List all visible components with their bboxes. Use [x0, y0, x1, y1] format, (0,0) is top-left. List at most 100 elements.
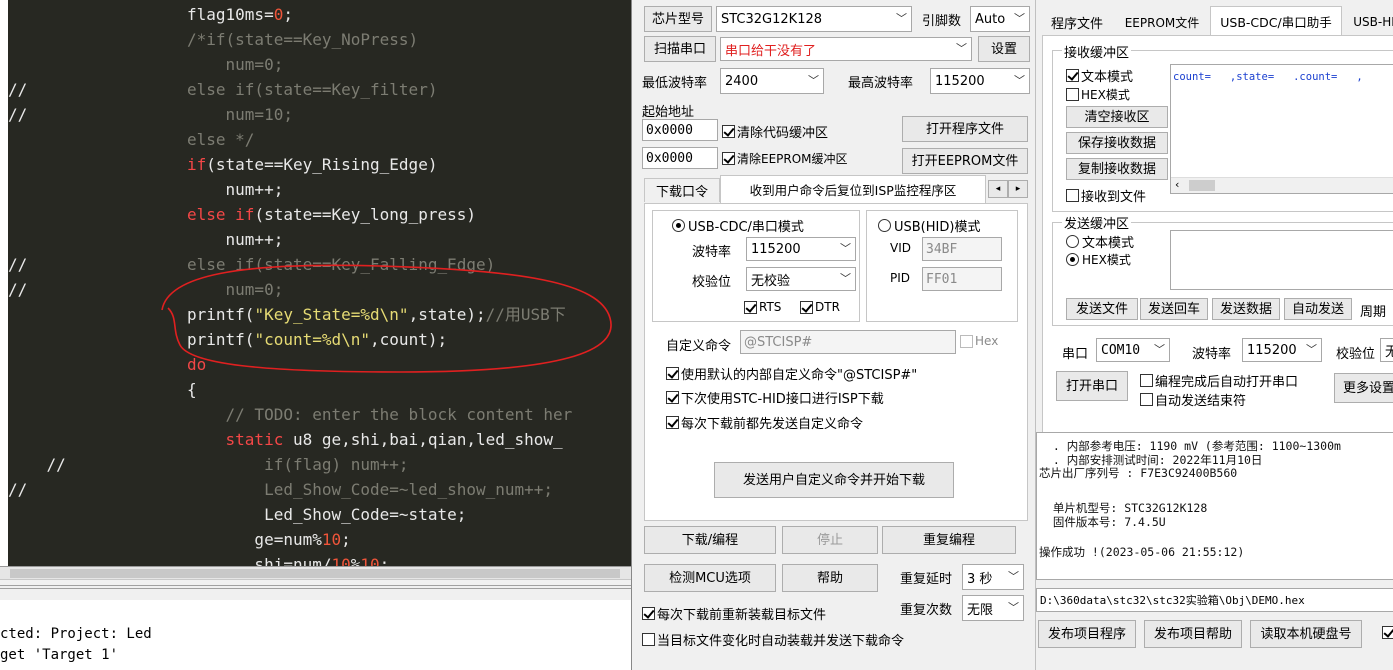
open-serial-button[interactable]: 打开串口: [1056, 371, 1128, 401]
parity2-select[interactable]: 无: [1380, 338, 1393, 362]
send-return-button[interactable]: 发送回车: [1140, 298, 1208, 320]
pins-select[interactable]: Auto ﹀: [970, 6, 1030, 32]
baud2-select[interactable]: 115200 ﹀: [1242, 338, 1322, 362]
auto-send-button[interactable]: 自动发送: [1284, 298, 1352, 320]
code-line: else if(state==Key_long_press): [187, 205, 476, 224]
line-comment-prefix: //: [8, 455, 66, 474]
send-textarea[interactable]: [1170, 230, 1393, 290]
receive-hscrollbar[interactable]: ‹: [1171, 177, 1393, 193]
tab-usb-hid[interactable]: USB-HI: [1344, 10, 1393, 34]
scroll-left-icon[interactable]: ‹: [1175, 178, 1179, 191]
checkbox-mark: [1140, 374, 1153, 387]
send-before-checkbox[interactable]: 每次下载前都先发送自定义命令: [666, 413, 863, 432]
checkbox-mark: [1066, 88, 1079, 101]
repeat-delay-select[interactable]: 3 秒 ﹀: [962, 564, 1024, 590]
code-line: // TODO: enter the block content her: [187, 405, 573, 424]
open-eeprom-button[interactable]: 打开EEPROM文件: [902, 148, 1028, 174]
horizontal-scrollbar[interactable]: [0, 567, 631, 580]
send-text-mode[interactable]: 文本模式: [1066, 232, 1134, 251]
scrollbar-thumb[interactable]: [10, 569, 620, 578]
auto-reload-checkbox[interactable]: 当目标文件变化时自动装载并发送下载命令: [642, 630, 904, 649]
clear-code-checkbox[interactable]: 清除代码缓冲区: [722, 122, 828, 141]
hex-path-field[interactable]: D:\360data\stc32\stc32实验箱\Obj\DEMO.hex: [1036, 588, 1393, 612]
read-disk-button[interactable]: 读取本机硬盘号: [1250, 620, 1362, 648]
repeat-count-select[interactable]: 无限 ﹀: [962, 595, 1024, 621]
open-program-button[interactable]: 打开程序文件: [902, 116, 1028, 142]
max-baud-select[interactable]: 115200 ﹀: [930, 68, 1030, 94]
repeat-delay-label: 重复延时: [900, 572, 953, 587]
clear-receive-button[interactable]: 清空接收区: [1066, 106, 1168, 128]
checkbox-mark: [642, 607, 655, 620]
scan-port-button[interactable]: 扫描串口: [644, 36, 716, 62]
default-command-checkbox[interactable]: 使用默认的内部自定义命令"@STCISP#": [666, 364, 917, 383]
publish-program-button[interactable]: 发布项目程序: [1038, 620, 1136, 648]
save-receive-button[interactable]: 保存接收数据: [1066, 132, 1168, 154]
tab-download-password[interactable]: 下载口令: [644, 178, 720, 202]
clear-eeprom-checkbox[interactable]: 清除EEPROM缓冲区: [722, 150, 848, 167]
code-line: Led_Show_Code=~led_show_num++;: [187, 480, 554, 499]
tab-usb-cdc-assistant[interactable]: USB-CDC/串口助手: [1210, 6, 1342, 36]
code-line: if(state==Key_Rising_Edge): [187, 155, 438, 174]
auto-end-checkbox[interactable]: 自动发送结束符: [1140, 390, 1246, 409]
custom-command-input[interactable]: @STCISP#: [740, 330, 956, 354]
tab-program-file[interactable]: 程序文件: [1042, 10, 1112, 34]
help-button[interactable]: 帮助: [782, 564, 878, 592]
baud-select[interactable]: 115200 ﹀: [746, 237, 856, 261]
chip-model-button[interactable]: 芯片型号: [644, 6, 712, 32]
send-data-button[interactable]: 发送数据: [1212, 298, 1280, 320]
parity-select[interactable]: 无校验 ﹀: [746, 267, 856, 291]
more-settings-button[interactable]: 更多设置: [1334, 373, 1393, 403]
tab-reset-isp[interactable]: 收到用户命令后复位到ISP监控程序区: [720, 175, 986, 203]
chevron-down-icon: ﹀: [808, 74, 819, 88]
publish-help-button[interactable]: 发布项目帮助: [1144, 620, 1242, 648]
send-hex-mode[interactable]: HEX模式: [1066, 251, 1131, 268]
chevron-down-icon: ﹀: [840, 272, 851, 286]
dtr-checkbox[interactable]: DTR: [800, 300, 840, 314]
tab-eeprom-file[interactable]: EEPROM文件: [1116, 10, 1208, 34]
code-line: static u8 ge,shi,bai,qian,led_show_: [225, 430, 563, 449]
send-and-download-button[interactable]: 发送用户自定义命令并开始下载: [714, 462, 954, 498]
port-select[interactable]: 串口给干没有了 ﹀: [720, 37, 972, 61]
code-line: num++;: [187, 230, 284, 249]
chip-model-select[interactable]: STC32G12K128 ﹀: [716, 6, 912, 32]
scrollbar-thumb[interactable]: [1189, 180, 1215, 191]
pane-divider[interactable]: [0, 585, 631, 589]
tab-scroll-right-icon[interactable]: ▸: [1008, 180, 1028, 198]
editor-splitter[interactable]: [0, 566, 631, 600]
baud2-label: 波特率: [1192, 347, 1232, 362]
code-address-input[interactable]: 0x0000: [642, 119, 718, 141]
pid-input[interactable]: FF01: [922, 267, 1002, 291]
com-port-select[interactable]: COM10 ﹀: [1096, 338, 1170, 362]
reload-before-checkbox[interactable]: 每次下载前重新装载目标文件: [642, 604, 826, 623]
receive-textarea[interactable]: count= ,state= .count= , ‹: [1170, 64, 1393, 194]
code-line: num=0;: [187, 55, 284, 74]
hid-mode-radio[interactable]: USB(HID)模式: [876, 216, 983, 235]
code-editor[interactable]: flag10ms=0; /*if(state==Key_NoPress) num=…: [0, 0, 631, 566]
stop-button[interactable]: 停止: [782, 526, 878, 554]
tab-scroll-left-icon[interactable]: ◂: [988, 180, 1008, 198]
log-line: 操作成功 !(2023-05-06 21:55:12): [1039, 545, 1245, 559]
reprogram-button[interactable]: 重复编程: [882, 526, 1016, 554]
min-baud-select[interactable]: 2400 ﹀: [720, 68, 824, 94]
recv-text-mode[interactable]: 文本模式: [1066, 66, 1133, 85]
log-panel: . 内部参考电压: 1190 mV (参考范围: 1100~1300m . 内部…: [1036, 432, 1393, 580]
auto-open-checkbox[interactable]: 编程完成后自动打开串口: [1140, 371, 1298, 390]
settings-button[interactable]: 设置: [978, 36, 1030, 62]
code-line: shi=num/10%10;: [187, 555, 390, 566]
copy-receive-button[interactable]: 复制接收数据: [1066, 158, 1168, 180]
rts-checkbox[interactable]: RTS: [744, 300, 781, 314]
vid-input[interactable]: 34BF: [922, 237, 1002, 261]
eeprom-address-input[interactable]: 0x0000: [642, 147, 718, 169]
cdc-mode-radio[interactable]: USB-CDC/串口模式: [670, 216, 806, 235]
publish-option-checkbox[interactable]: [1382, 626, 1393, 639]
recv-hex-mode[interactable]: HEX模式: [1066, 86, 1130, 103]
min-baud-label: 最低波特率: [642, 76, 708, 91]
hex-checkbox[interactable]: Hex: [960, 334, 998, 348]
download-program-button[interactable]: 下载/编程: [644, 526, 776, 554]
next-hid-checkbox[interactable]: 下次使用STC-HID接口进行ISP下载: [666, 388, 884, 407]
send-file-button[interactable]: 发送文件: [1066, 298, 1138, 320]
log-line: 芯片出厂序列号 : F7E3C92400B560: [1039, 466, 1238, 480]
check-mcu-button[interactable]: 检测MCU选项: [644, 564, 776, 592]
chevron-down-icon: ﹀: [896, 12, 907, 26]
receive-to-file-checkbox[interactable]: 接收到文件: [1066, 186, 1146, 205]
